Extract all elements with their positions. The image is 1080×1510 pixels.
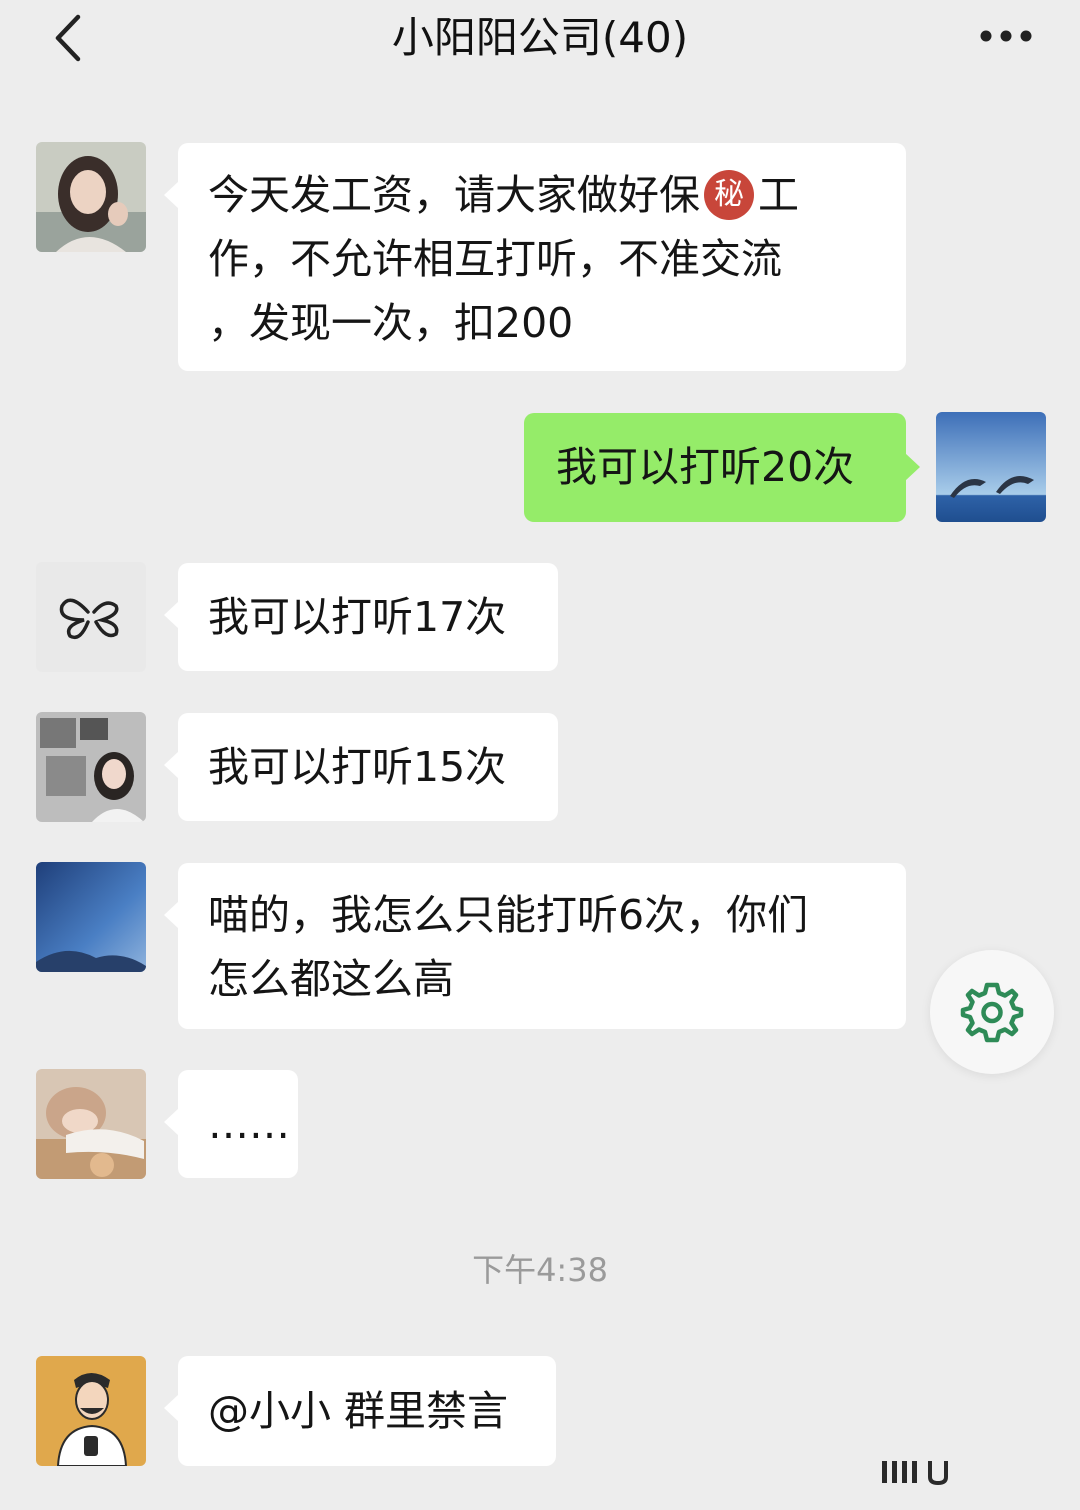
dolphin-avatar[interactable] [936,412,1046,522]
message-bubble[interactable]: …… [164,1070,298,1178]
gear-icon [960,982,1024,1043]
message-text: …… [208,1100,290,1148]
chat-header: 小阳阳公司(40) [0,0,1080,80]
message-bubble[interactable]: 我可以打听17次 [164,563,558,671]
message-text: @小小 群里禁言 [208,1387,509,1435]
message-text: 我可以打听20次 [556,443,855,491]
chat-timestamp: 下午4:38 [472,1251,608,1289]
message-bubble[interactable]: 我可以打听15次 [164,713,558,821]
message-text: 我可以打听17次 [208,593,507,641]
portrait-avatar[interactable] [36,142,146,252]
watermark [880,1452,1050,1488]
message-bubble-self[interactable]: 我可以打听20次 [524,413,920,522]
settings-button[interactable] [930,950,1054,1074]
sky-avatar[interactable] [36,862,146,972]
more-dots-icon [980,30,1032,42]
message-bubble[interactable]: 喵的，我怎么只能打听6次，你们 怎么都这么高 [164,863,906,1029]
message-bubble[interactable]: 今天发工资，请大家做好保秘工 作，不允许相互打听，不准交流 ，发现一次，扣200 [164,143,906,371]
sleeping-person-avatar[interactable] [36,1069,146,1179]
secret-emoji-icon: 秘 [704,170,754,220]
more-button[interactable] [972,16,1040,56]
message-text: 我可以打听15次 [208,743,507,791]
message-text: 今天发工资，请大家做好保秘工 作，不允许相互打听，不准交流 ，发现一次，扣200 [208,170,799,347]
chat-title: 小阳阳公司(40) [391,13,689,62]
headphone-girl-avatar[interactable] [36,712,146,822]
butterfly-avatar[interactable] [36,562,146,672]
cartoon-man-avatar[interactable] [36,1356,146,1466]
message-bubble[interactable]: @小小 群里禁言 [164,1356,556,1466]
message-text: 喵的，我怎么只能打听6次，你们 怎么都这么高 [208,891,809,1003]
